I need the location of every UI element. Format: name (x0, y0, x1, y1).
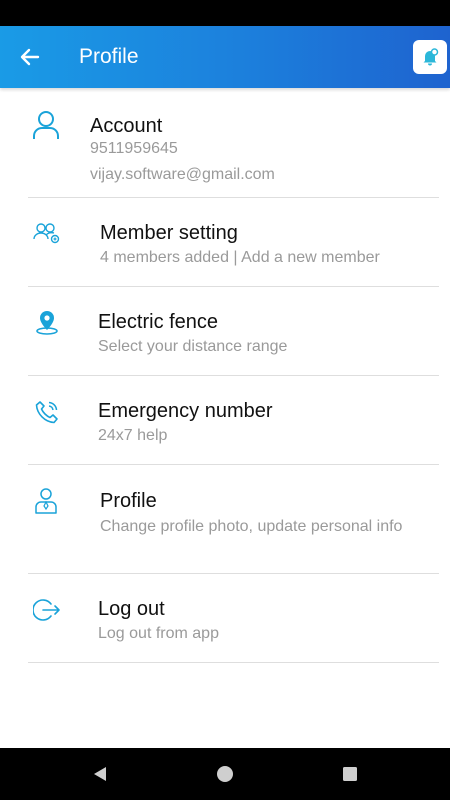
account-email: vijay.software@gmail.com (90, 166, 275, 183)
nav-home-button[interactable] (213, 762, 237, 786)
user-icon (32, 110, 60, 140)
member-setting-item[interactable]: Member setting 4 members added | Add a n… (0, 198, 450, 287)
nav-back-icon (94, 767, 106, 781)
nav-back-button[interactable] (88, 762, 112, 786)
profile-item[interactable]: Profile Change profile photo, update per… (0, 465, 450, 574)
divider (28, 662, 439, 663)
back-button[interactable] (14, 41, 46, 73)
person-id-icon (34, 487, 58, 515)
profile-title: Profile (100, 490, 157, 512)
arrow-back-icon (20, 48, 40, 66)
account-item[interactable]: Account 9511959645 vijay.software@gmail.… (0, 88, 450, 198)
system-nav-bar (0, 748, 450, 800)
nav-recents-icon (343, 767, 357, 781)
notification-button[interactable] (413, 40, 447, 74)
nav-home-icon (217, 766, 233, 782)
member-setting-title: Member setting (100, 222, 238, 244)
electric-fence-item[interactable]: Electric fence Select your distance rang… (0, 287, 450, 376)
logout-icon (33, 598, 61, 622)
phone-call-icon (34, 399, 60, 425)
map-pin-icon (34, 309, 60, 335)
emergency-number-item[interactable]: Emergency number 24x7 help (0, 376, 450, 465)
page-title: Profile (79, 45, 139, 68)
logout-title: Log out (98, 598, 165, 620)
bell-icon (423, 48, 439, 66)
status-bar (0, 0, 450, 26)
member-setting-subtitle: 4 members added | Add a new member (100, 249, 380, 266)
electric-fence-subtitle: Select your distance range (98, 338, 288, 355)
account-phone: 9511959645 (90, 140, 178, 157)
account-title: Account (90, 115, 163, 137)
nav-recents-button[interactable] (338, 762, 362, 786)
emergency-number-title: Emergency number (98, 400, 273, 422)
settings-list: Account 9511959645 vijay.software@gmail.… (0, 88, 450, 663)
logout-item[interactable]: Log out Log out from app (0, 574, 450, 663)
logout-subtitle: Log out from app (98, 625, 219, 642)
emergency-number-subtitle: 24x7 help (98, 427, 168, 444)
electric-fence-title: Electric fence (98, 311, 219, 333)
profile-subtitle: Change profile photo, update personal in… (100, 518, 403, 535)
app-bar: Profile (0, 26, 450, 88)
users-group-icon (32, 222, 60, 244)
